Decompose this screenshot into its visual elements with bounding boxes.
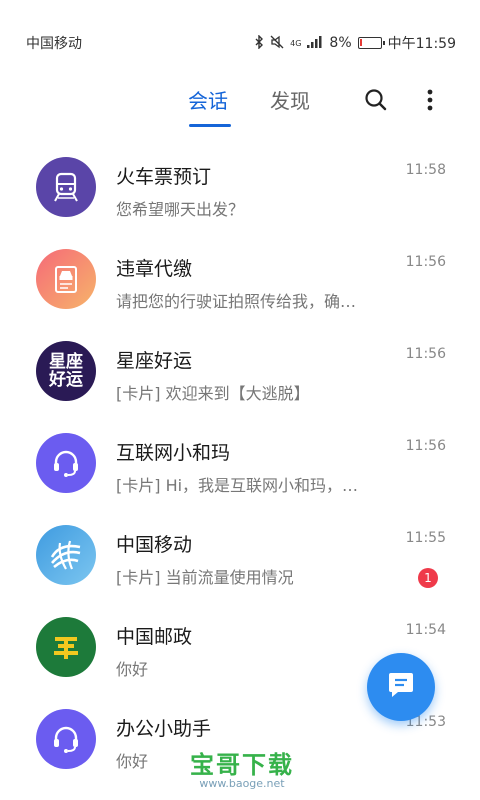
conversation-time: 11:54	[405, 622, 446, 638]
conversation-item-internet-assistant[interactable]: 互联网小和玛 [卡片] Hi，我是互联网小和玛，… 11:56	[0, 416, 480, 508]
status-indicators: 4G 8% 中午11:59	[254, 33, 456, 53]
clock: 中午11:59	[387, 36, 456, 52]
carrier-label: 中国移动	[26, 36, 82, 52]
active-tab-indicator	[189, 124, 231, 127]
chat-compose-icon	[386, 671, 416, 703]
car-license-icon	[36, 249, 96, 309]
conversation-time: 11:56	[405, 438, 446, 454]
conversation-title: 中国邮政	[116, 626, 193, 648]
conversation-title: 办公小助手	[116, 718, 212, 740]
watermark-url: www.baoge.net	[199, 777, 285, 790]
conversation-preview: 您希望哪天出发？	[116, 200, 245, 219]
conversation-preview: [卡片] Hi，我是互联网小和玛，…	[116, 476, 359, 495]
headset-icon	[36, 433, 96, 493]
battery-percent: 8%	[329, 35, 352, 51]
status-bar: 中国移动 4G 8% 中午11:59	[0, 0, 480, 80]
bluetooth-icon	[254, 33, 264, 52]
new-chat-button[interactable]	[367, 653, 435, 721]
conversation-title: 互联网小和玛	[116, 442, 231, 464]
conversation-preview: [卡片] 欢迎来到【大逃脱】	[116, 384, 310, 403]
conversation-item-traffic-violation[interactable]: 违章代缴 请把您的行驶证拍照传给我，确… 11:56	[0, 232, 480, 324]
conversation-time: 11:55	[405, 530, 446, 546]
avatar-text-line-2: 好运	[49, 370, 83, 390]
signal-icon	[307, 35, 323, 51]
conversation-title: 火车票预订	[116, 166, 212, 188]
mute-icon	[270, 35, 284, 52]
more-vertical-icon[interactable]	[420, 87, 440, 113]
watermark: 宝哥下载 www.baoge.net	[190, 752, 294, 790]
tab-conversations[interactable]: 会话	[188, 85, 228, 114]
conversation-preview: 你好	[116, 660, 149, 679]
conversation-item-train-tickets[interactable]: 火车票预订 您希望哪天出发？ 11:58	[0, 140, 480, 232]
horoscope-logo: 星座 好运	[36, 341, 96, 401]
china-post-logo	[36, 617, 96, 677]
conversation-preview: [卡片] 当前流量使用情况	[116, 568, 294, 587]
headset-icon	[36, 709, 96, 769]
conversation-preview: 请把您的行驶证拍照传给我，确…	[116, 292, 357, 311]
conversation-title: 星座好运	[116, 350, 193, 372]
china-mobile-logo	[36, 525, 96, 585]
network-type: 4G	[290, 38, 302, 48]
avatar-text-line-1: 星座	[49, 352, 83, 372]
search-icon[interactable]	[363, 87, 389, 113]
train-icon	[36, 157, 96, 217]
unread-badge: 1	[418, 568, 438, 588]
conversation-item-horoscope[interactable]: 星座 好运 星座好运 [卡片] 欢迎来到【大逃脱】 11:56	[0, 324, 480, 416]
conversation-title: 中国移动	[116, 534, 193, 556]
conversation-time: 11:56	[405, 346, 446, 362]
tab-discover[interactable]: 发现	[270, 85, 310, 114]
battery-icon	[357, 37, 385, 49]
conversation-time: 11:56	[405, 254, 446, 270]
top-tab-bar: 会话 发现	[0, 80, 480, 130]
battery-fill	[359, 39, 362, 46]
conversation-item-china-mobile[interactable]: 中国移动 [卡片] 当前流量使用情况 11:55 1	[0, 508, 480, 600]
watermark-title: 宝哥下载	[190, 751, 294, 779]
conversation-title: 违章代缴	[116, 258, 193, 280]
conversation-time: 11:58	[405, 162, 446, 178]
conversation-preview: 你好	[116, 752, 149, 771]
